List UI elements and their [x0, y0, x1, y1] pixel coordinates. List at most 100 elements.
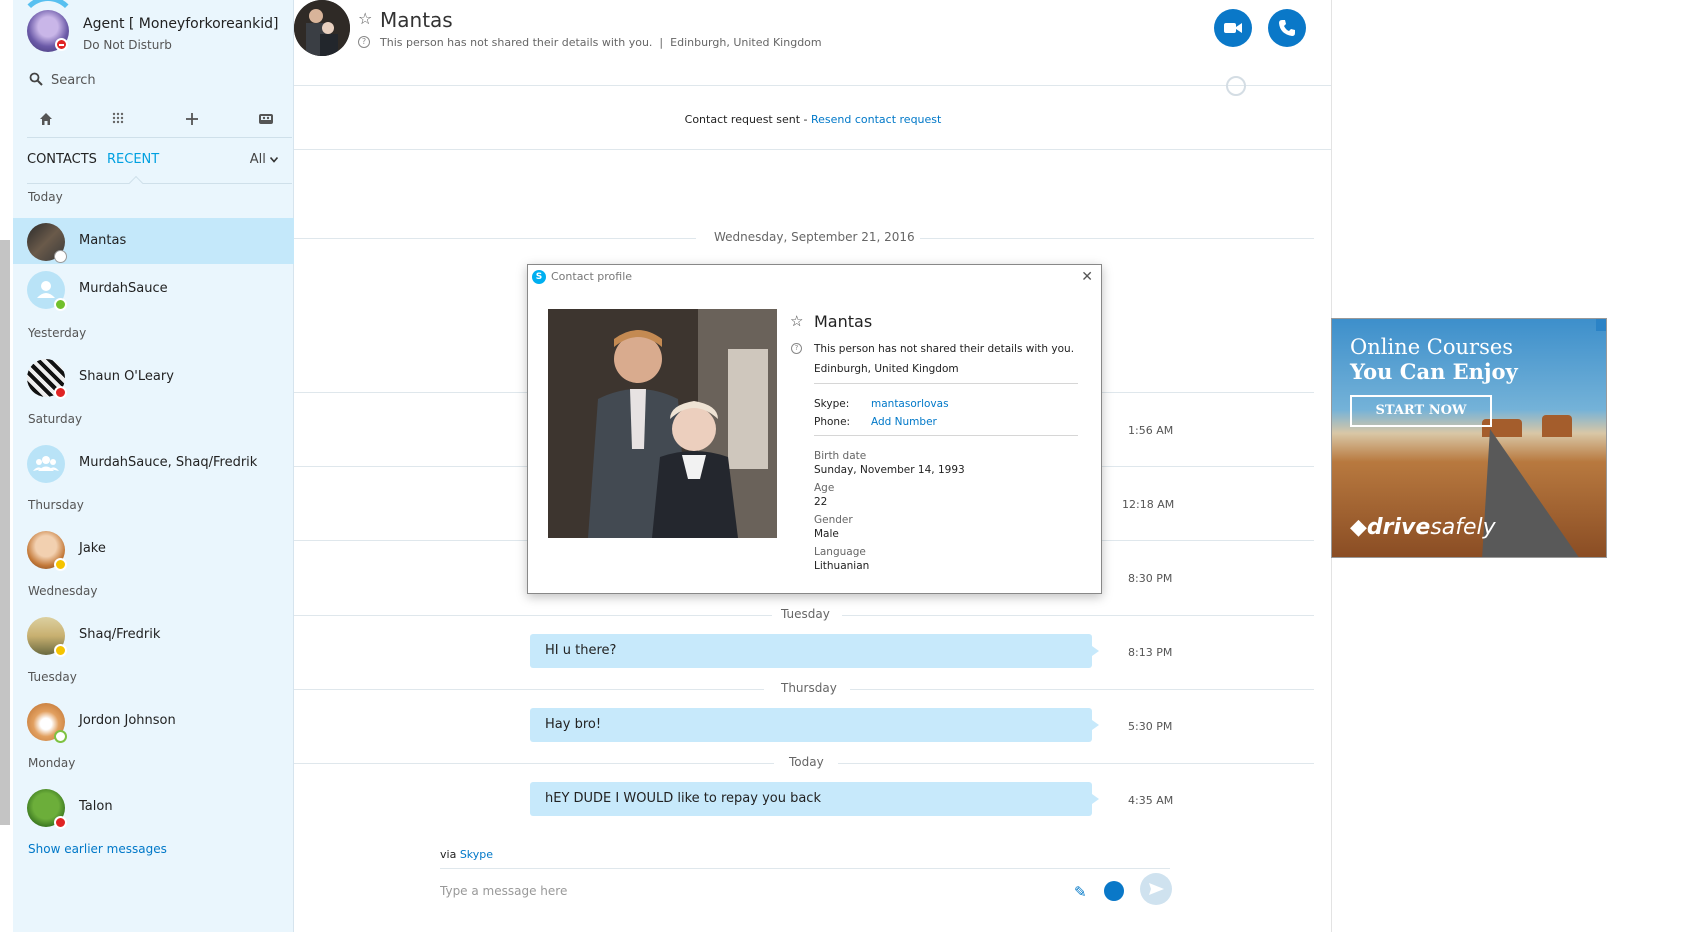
message-time: 12:18 AM	[1122, 498, 1175, 511]
show-earlier-messages-link[interactable]: Show earlier messages	[28, 842, 167, 856]
audio-call-button[interactable]	[1268, 9, 1306, 47]
group-label-wednesday: Wednesday	[28, 584, 98, 598]
online-status-icon	[54, 298, 67, 311]
dialpad-button[interactable]	[107, 108, 129, 130]
contact-shaun-oleary[interactable]: Shaun O'Leary	[13, 354, 294, 400]
attach-icon[interactable]: ✎	[1074, 883, 1090, 901]
avatar[interactable]	[294, 0, 350, 56]
profile-photo	[548, 309, 777, 538]
bots-button[interactable]	[255, 108, 277, 130]
add-number-link[interactable]: Add Number	[871, 416, 937, 428]
age-value: 22	[814, 496, 828, 508]
separator-line	[294, 689, 764, 690]
ad-cta-button[interactable]: START NOW	[1350, 395, 1492, 427]
message-bubble[interactable]: HI u there?	[530, 634, 1099, 668]
sidebar-toolbar	[27, 104, 292, 138]
favorite-star-icon[interactable]: ☆	[790, 312, 803, 330]
conversation-header: ☆ Mantas ? This person has not shared th…	[294, 0, 1332, 86]
info-icon: ?	[791, 343, 802, 354]
separator-line	[294, 238, 696, 239]
resend-request-link[interactable]: Resend contact request	[811, 113, 941, 126]
contact-name: MurdahSauce	[79, 281, 168, 296]
message-input[interactable]	[440, 881, 1040, 901]
scrollbar-thumb[interactable]	[0, 240, 10, 825]
search-input[interactable]	[51, 68, 271, 92]
skype-window: Agent [ Moneyforkoreankid] Do Not Distur…	[0, 0, 1682, 932]
gender-label: Gender	[814, 514, 853, 526]
contact-name: Shaq/Fredrik	[79, 627, 161, 642]
group-label-saturday: Saturday	[28, 412, 83, 426]
avatar-photo	[294, 0, 350, 56]
language-label: Language	[814, 546, 866, 558]
offline-status-icon	[54, 730, 67, 743]
contact-jordon-johnson[interactable]: Jordon Johnson	[13, 698, 294, 744]
skype-link[interactable]: Skype	[460, 848, 493, 861]
separator-line	[294, 763, 774, 764]
contact-jake[interactable]: Jake	[13, 526, 294, 572]
separator-line	[842, 615, 1314, 616]
birth-date-value: Sunday, November 14, 1993	[814, 464, 965, 476]
favorite-star-icon[interactable]: ☆	[358, 9, 372, 28]
skype-label: Skype:	[814, 398, 850, 410]
message-time: 8:30 PM	[1128, 572, 1173, 585]
message-time: 4:35 AM	[1128, 794, 1174, 807]
tab-indicator	[128, 175, 144, 191]
skype-icon: S	[532, 270, 546, 284]
info-icon: ?	[358, 36, 370, 48]
contact-mantas[interactable]: Mantas	[13, 218, 294, 264]
tab-recent[interactable]: RECENT	[107, 152, 159, 167]
search-bar[interactable]	[27, 68, 282, 92]
globe-icon	[1226, 76, 1246, 96]
ad-subheadline: You Can Enjoy	[1350, 359, 1518, 384]
brand-lite: safely	[1430, 515, 1496, 540]
avatar	[27, 445, 65, 483]
date-label: Thursday	[781, 681, 837, 695]
my-status[interactable]: Do Not Disturb	[83, 38, 172, 52]
message-text: HI u there?	[545, 643, 617, 658]
message-time: 8:13 PM	[1128, 646, 1173, 659]
dnd-status-icon	[55, 38, 68, 51]
unknown-status-icon	[54, 250, 67, 263]
send-icon	[1149, 883, 1164, 895]
group-label-thursday: Thursday	[28, 498, 84, 512]
phone-icon	[1279, 20, 1295, 36]
privacy-note: This person has not shared their details…	[814, 343, 1075, 355]
contact-murdahsauce[interactable]: MurdahSauce	[13, 266, 294, 312]
message-composer: ✎	[440, 868, 1172, 908]
date-separator: Thursday	[294, 679, 1314, 699]
my-profile[interactable]: Agent [ Moneyforkoreankid] Do Not Distur…	[19, 0, 287, 60]
emoji-icon[interactable]	[1104, 881, 1124, 901]
contact-group-chat[interactable]: MurdahSauce, Shaq/Fredrik	[13, 440, 294, 486]
message-bubble[interactable]: Hay bro!	[530, 708, 1099, 742]
search-icon	[29, 72, 43, 86]
close-icon[interactable]: ✕	[1081, 269, 1093, 285]
skype-name-link[interactable]: mantasorlovas	[871, 398, 949, 410]
contact-name: Talon	[79, 799, 113, 814]
home-button[interactable]	[35, 108, 57, 130]
contact-talon[interactable]: Talon	[13, 784, 294, 830]
date-separator: Tuesday	[294, 605, 1314, 625]
tab-contacts[interactable]: CONTACTS	[27, 152, 97, 167]
birth-date-label: Birth date	[814, 450, 867, 462]
send-button[interactable]	[1140, 873, 1172, 905]
via-label: via	[440, 848, 460, 861]
contact-shaq-fredrik[interactable]: Shaq/Fredrik	[13, 612, 294, 658]
message-bubble[interactable]: hEY DUDE I WOULD like to repay you back	[530, 782, 1099, 816]
ad-headline: Online Courses	[1350, 335, 1514, 359]
sidebar-tabs: CONTACTS RECENT All	[27, 144, 292, 191]
video-call-button[interactable]	[1214, 9, 1252, 47]
ad-road	[1482, 429, 1580, 557]
away-status-icon	[54, 558, 67, 571]
contact-request-bar: Contact request sent - Resend contact re…	[294, 110, 1332, 150]
request-status-text: Contact request sent -	[684, 113, 811, 126]
contact-profile-dialog: S Contact profile ✕ ☆ Mantas ? This pers…	[527, 264, 1102, 594]
ad-choices-icon[interactable]	[1596, 319, 1606, 331]
date-label: Wednesday, September 21, 2016	[714, 230, 915, 244]
sidebar-scrollbar[interactable]	[0, 0, 13, 932]
add-button[interactable]	[181, 108, 203, 130]
chevron-down-icon	[269, 156, 279, 163]
advertisement-banner[interactable]: Online Courses You Can Enjoy START NOW ◆…	[1331, 318, 1607, 558]
filter-dropdown[interactable]: All	[250, 152, 279, 167]
contact-name: MurdahSauce, Shaq/Fredrik	[79, 455, 258, 470]
date-label: Today	[789, 755, 824, 769]
